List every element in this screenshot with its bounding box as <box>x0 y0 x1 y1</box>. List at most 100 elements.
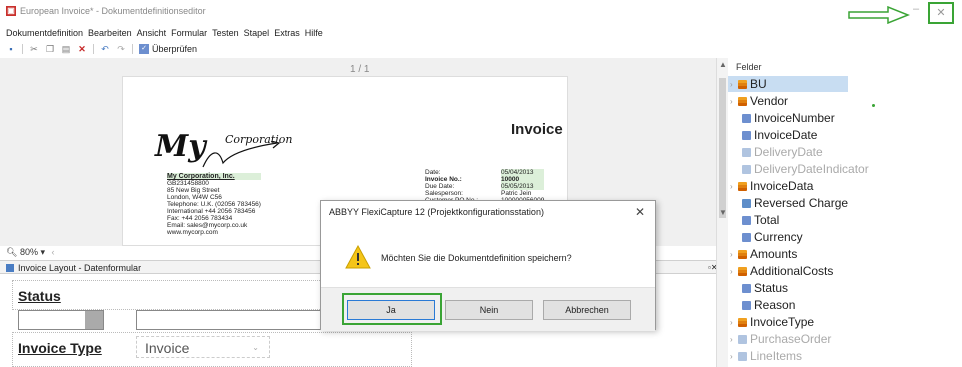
expand-icon[interactable]: › <box>730 318 738 327</box>
zoom-control[interactable]: 🔍︎ 80% ▾ ‹ <box>6 247 55 258</box>
chevron-left-icon[interactable]: ‹ <box>52 247 55 257</box>
menu-stapel[interactable]: Stapel <box>244 28 270 40</box>
logo-main-text: My <box>155 129 206 164</box>
invoice-type-value: Invoice <box>145 340 190 356</box>
menu-hilfe[interactable]: Hilfe <box>305 28 323 40</box>
field-tree-item[interactable]: Status <box>728 280 788 296</box>
menu-bearbeiten[interactable]: Bearbeiten <box>88 28 132 40</box>
paste-icon[interactable]: ▤ <box>61 44 71 54</box>
menu-ansicht[interactable]: Ansicht <box>137 28 167 40</box>
field-tree-item[interactable]: › Amounts <box>728 246 797 262</box>
delete-icon[interactable]: ✕ <box>77 44 87 54</box>
menu-bar: Dokumentdefinition Bearbeiten Ansicht Fo… <box>6 28 323 40</box>
annotation-highlight-box <box>342 293 442 325</box>
chevron-down-icon: ⌄ <box>252 343 259 352</box>
field-tree-item[interactable]: Currency <box>728 229 803 245</box>
group-icon <box>738 249 747 259</box>
field-icon <box>742 147 751 157</box>
close-icon: ✕ <box>936 7 946 19</box>
copy-icon[interactable]: ❐ <box>45 44 55 54</box>
page-indicator: 1 / 1 <box>350 64 370 75</box>
field-tree-item[interactable]: › InvoiceType <box>728 314 814 330</box>
dataform-title: Invoice Layout - Datenformular <box>18 263 142 273</box>
status-label: Status <box>18 288 61 304</box>
zoom-value: 80% <box>19 247 38 257</box>
check-icon: ✓ <box>139 44 149 54</box>
menu-extras[interactable]: Extras <box>274 28 300 40</box>
status-dropdown[interactable] <box>18 310 104 330</box>
company-line: GB231458800 <box>167 180 209 187</box>
group-icon <box>738 334 747 344</box>
field-icon <box>742 215 751 225</box>
field-icon <box>742 283 751 293</box>
save-icon[interactable]: ▪ <box>6 44 16 54</box>
field-tree-label: Currency <box>754 230 803 244</box>
field-tree-item[interactable]: DeliveryDateIndicator <box>728 161 869 177</box>
toolbar-separator <box>22 44 23 54</box>
invoice-value: 10000 <box>501 176 545 183</box>
menu-formular[interactable]: Formular <box>171 28 207 40</box>
expand-icon[interactable]: › <box>730 335 738 344</box>
field-tree-item[interactable]: InvoiceDate <box>728 127 817 143</box>
field-tree-item[interactable]: › InvoiceData <box>728 178 813 194</box>
warning-icon <box>345 245 371 269</box>
minimize-button[interactable]: – <box>913 3 919 15</box>
field-tree-item[interactable]: InvoiceNumber <box>728 110 835 126</box>
undo-icon[interactable]: ↶ <box>100 44 110 54</box>
dialog-message: Möchten Sie die Dokumentdefinition speic… <box>381 253 572 263</box>
menu-dokumentdefinition[interactable]: Dokumentdefinition <box>6 28 83 40</box>
expand-icon[interactable]: › <box>730 267 738 276</box>
field-tree-item[interactable]: › AdditionalCosts <box>728 263 833 279</box>
expand-icon[interactable]: › <box>730 97 738 106</box>
form-icon <box>6 264 14 272</box>
invoice-heading: Invoice <box>511 121 563 138</box>
expand-icon[interactable]: › <box>730 352 738 361</box>
scroll-up-icon[interactable]: ▲ <box>719 60 727 69</box>
field-tree-label: Vendor <box>750 94 789 108</box>
chevron-down-icon: ▾ <box>40 247 46 257</box>
field-tree-item[interactable]: › BU <box>728 76 848 92</box>
cancel-button[interactable]: Abbrechen <box>543 300 631 320</box>
no-button[interactable]: Nein <box>445 300 533 320</box>
field-tree-item[interactable]: › LineItems <box>728 348 802 364</box>
check-button[interactable]: ✓ Überprüfen <box>139 44 197 54</box>
dropdown-button[interactable] <box>85 311 103 329</box>
dialog-close-button[interactable]: ✕ <box>635 205 645 219</box>
field-tree-label: InvoiceDate <box>754 128 818 142</box>
expand-icon[interactable]: › <box>730 182 738 191</box>
field-tree-item[interactable]: Reversed Charge <box>728 195 848 211</box>
annotation-arrow-icon <box>848 6 910 24</box>
expand-icon[interactable]: › <box>730 80 738 89</box>
field-tree-item[interactable]: Total <box>728 212 779 228</box>
toolbar-separator <box>132 44 133 54</box>
dialog-body: Möchten Sie die Dokumentdefinition speic… <box>321 231 655 287</box>
close-window-button[interactable]: ✕ <box>928 2 954 24</box>
field-tree-item[interactable]: DeliveryDate <box>728 144 823 160</box>
field-tree-label: DeliveryDateIndicator <box>754 162 869 176</box>
invoice-label: Invoice No.: <box>425 176 462 183</box>
field-tree-label: AdditionalCosts <box>750 264 834 278</box>
scrollbar-thumb[interactable] <box>719 78 726 218</box>
field-tree-label: LineItems <box>750 349 803 363</box>
invoice-type-dropdown[interactable]: Invoice ⌄ <box>136 336 270 358</box>
company-line: International +44 2056 783456 <box>167 208 256 215</box>
scroll-down-icon[interactable]: ▼ <box>719 208 727 217</box>
field-tree-item[interactable]: › Vendor <box>728 93 788 109</box>
cut-icon[interactable]: ✂ <box>29 44 39 54</box>
fields-scrollbar[interactable]: ▲ ▼ <box>716 58 728 367</box>
redo-icon[interactable]: ↷ <box>116 44 126 54</box>
invoice-label: Due Date: <box>425 183 455 190</box>
company-line: www.mycorp.com <box>167 229 218 236</box>
invoice-type-label: Invoice Type <box>18 340 102 356</box>
window-title: European Invoice* - Dokumentdefinitionse… <box>20 6 206 16</box>
menu-testen[interactable]: Testen <box>212 28 239 40</box>
checkbox-icon <box>742 198 751 208</box>
company-line: 85 New Big Street <box>167 187 220 194</box>
expand-icon[interactable]: › <box>730 250 738 259</box>
field-tree-label: Reversed Charge <box>754 196 849 210</box>
field-tree-item[interactable]: › PurchaseOrder <box>728 331 831 347</box>
dialog-title: ABBYY FlexiCapture 12 (Projektkonfigurat… <box>329 207 544 217</box>
field-tree-label: Reason <box>754 298 796 312</box>
field-tree-item[interactable]: Reason <box>728 297 795 313</box>
check-label: Überprüfen <box>152 44 198 54</box>
